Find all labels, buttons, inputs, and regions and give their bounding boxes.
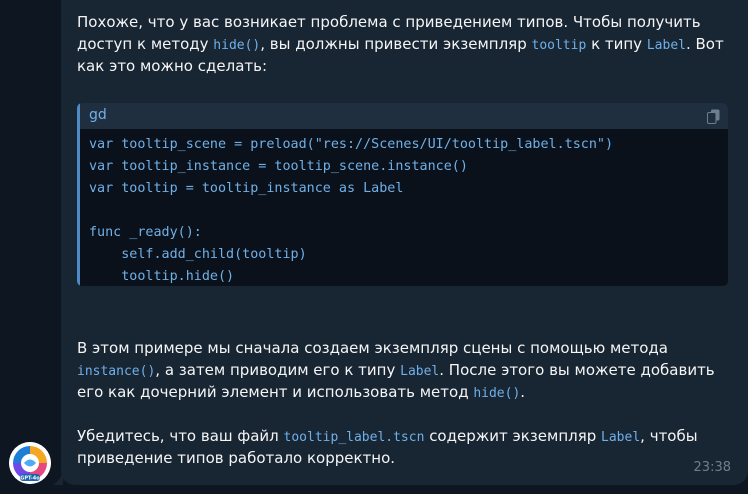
code-line: var tooltip_scene = preload("res://Scene… bbox=[89, 137, 614, 152]
para2-line-3: его как дочерний элемент и использовать … bbox=[77, 383, 526, 401]
inline-code-filename: tooltip_label.tscn bbox=[283, 430, 425, 445]
intro-line-1: Похоже, что у вас возникает проблема с п… bbox=[77, 13, 701, 31]
code-line: var tooltip = tooltip_instance as Label bbox=[89, 181, 404, 196]
inline-code-hide: hide() bbox=[473, 386, 521, 401]
code-block-accent-bar bbox=[77, 103, 80, 286]
inline-code-instance: instance() bbox=[77, 364, 156, 379]
message-timestamp: 23:38 bbox=[693, 460, 731, 475]
inline-code-label: Label bbox=[601, 430, 641, 445]
intro-line-3: как это можно сделать: bbox=[77, 57, 268, 75]
code-line: func _ready(): bbox=[89, 225, 202, 240]
para2-line-2: instance(), а затем приводим его к типу … bbox=[77, 361, 715, 379]
avatar[interactable]: GPT-4o bbox=[9, 442, 51, 484]
intro-line-2: доступ к методу hide(), вы должны привес… bbox=[77, 35, 724, 53]
inline-code-hide: hide() bbox=[213, 38, 261, 53]
code-block-header bbox=[77, 103, 728, 129]
inline-code-tooltip: tooltip bbox=[531, 38, 587, 53]
para3-line-1: Убедитесь, что ваш файл tooltip_label.ts… bbox=[77, 427, 698, 445]
code-line: var tooltip_instance = tooltip_scene.ins… bbox=[89, 159, 468, 174]
inline-code-label: Label bbox=[400, 364, 440, 379]
code-body: var tooltip_scene = preload("res://Scene… bbox=[89, 134, 613, 286]
copy-icon[interactable] bbox=[707, 109, 720, 124]
para2-line-1: В этом примере мы сначала создаем экземп… bbox=[77, 339, 668, 357]
code-line: tooltip.hide() bbox=[89, 269, 235, 284]
code-line: self.add_child(tooltip) bbox=[89, 247, 307, 262]
para3-line-2: приведение типов работало корректно. bbox=[77, 449, 396, 467]
code-block: gd var tooltip_scene = preload("res://Sc… bbox=[77, 103, 728, 286]
avatar-label: GPT-4o bbox=[20, 476, 40, 482]
inline-code-label: Label bbox=[646, 38, 686, 53]
code-language: gd bbox=[89, 107, 107, 123]
